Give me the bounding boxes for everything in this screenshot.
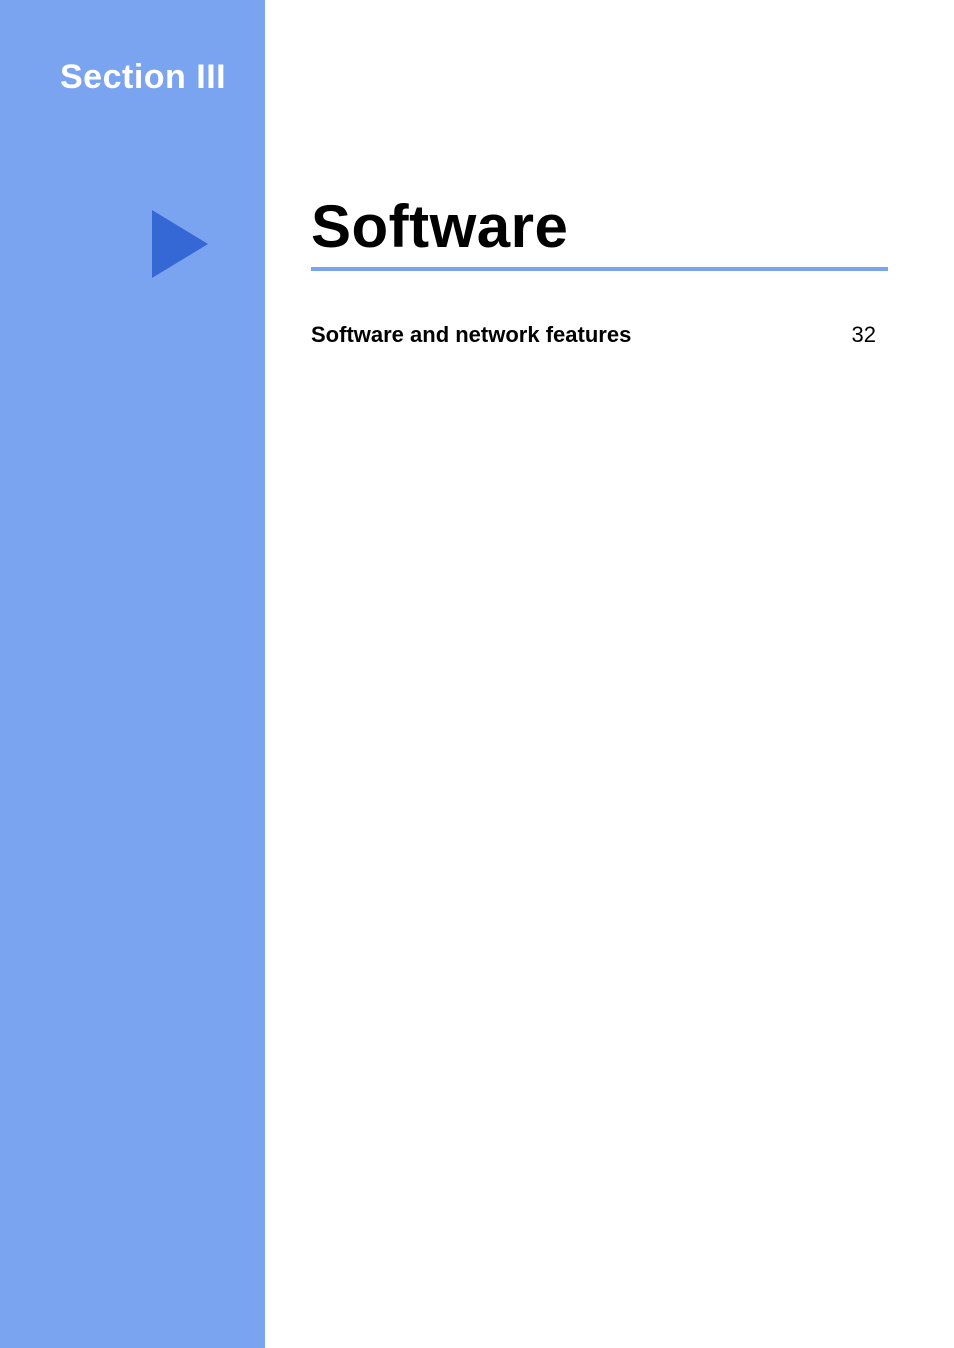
toc-entry-label: Software and network features [311,322,631,348]
section-label: Section III [60,58,226,97]
sidebar: Section III [0,0,265,1348]
play-triangle-icon [152,210,208,278]
toc-entry-page: 32 [852,322,876,348]
page-title: Software [311,192,888,267]
title-underline [311,267,888,271]
main-content: Software Software and network features 3… [265,0,954,1348]
toc-row[interactable]: Software and network features 32 [311,322,888,348]
title-block: Software [311,192,888,271]
